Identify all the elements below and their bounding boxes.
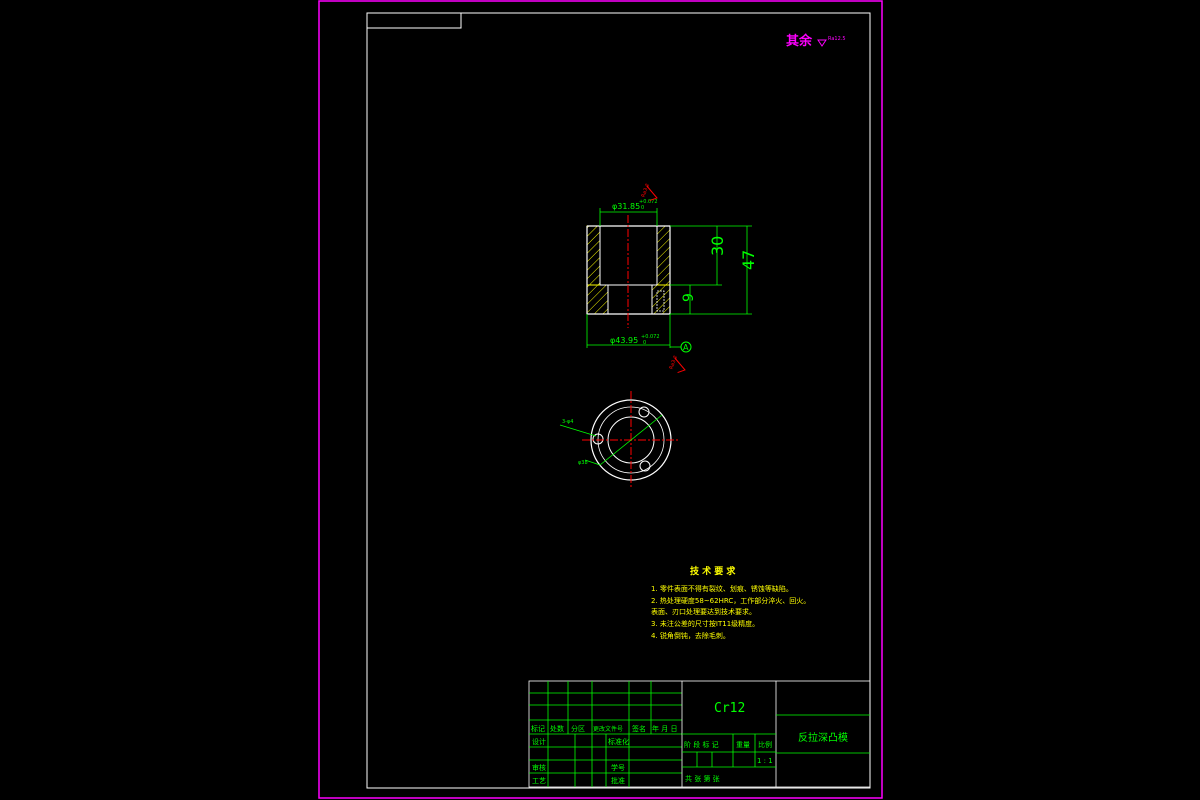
tech-requirement-item: 2. 热处理硬度58~62HRC，工作部分淬火、回火。 [651,596,810,605]
tech-requirement-item: 表面、刃口处理要达到技术要求。 [651,607,756,616]
section-wall-right [656,225,671,286]
tb-student-no: 学号 [611,763,625,772]
tb-row-header-item: 处数 [550,724,564,733]
section-flange-right [651,284,671,315]
section-view [586,215,671,328]
tb-material: Cr12 [714,701,745,716]
drawing-border [366,12,871,789]
tb-approve: 批准 [611,776,625,785]
tb-designer: 设计 [532,737,546,746]
tech-requirements: 技 术 要 求 1. 零件表面不得有裂纹、划痕、锈蚀等缺陷。 2. 热处理硬度5… [651,565,810,640]
section-wall-left [586,225,601,286]
dim-inner-diameter: φ31.85 [612,202,640,211]
tb-scale-value: 1 : 1 [757,757,773,765]
tb-row-header-item: 标记 [531,724,545,733]
dim-height-lower: 9 [681,293,697,302]
datum-a: A [670,341,692,353]
tb-stage-label: 阶 段 标 记 [684,740,719,749]
tech-requirement-item: 3. 未注公差的尺寸按IT11级精度。 [651,619,759,628]
roughness-symbol-icon [817,39,827,47]
roughness-note-value: Ra12.5 [828,36,846,42]
dim-outer-diameter: φ43.95 [610,336,638,345]
tb-scale-label: 比例 [758,740,772,749]
roughness-mark-bottom: Ra3.2 [669,355,686,374]
dim-height-upper: 30 [708,236,727,256]
top-view [559,391,680,489]
section-flange-left [586,284,609,315]
roughness-note-text: 其余 [786,33,813,49]
tb-row-header-item: 年 月 日 [652,724,677,733]
sheet-outer-frame [318,0,883,799]
tb-weight-label: 重量 [736,741,750,749]
tb-process: 工艺 [532,777,546,785]
datum-label: A [683,343,689,352]
title-block-text: Cr12 反拉深凸模 标记 处数 分区 更改文件号 签名 年 月 日 设计 标准… [531,701,848,785]
cad-drawing-sheet: 其余 Ra12.5 φ31.85 +0.072 0 φ43.95 +0.072 … [318,0,883,799]
tech-requirement-item: 4. 锐角倒钝，去除毛刺。 [651,631,730,640]
tb-row-header-item: 更改文件号 [593,725,623,733]
roughness-mark-bottom-value: Ra3.2 [669,355,680,371]
roughness-note: 其余 Ra12.5 [786,33,846,49]
tb-standardize: 标准化 [608,737,629,746]
dim-height-total: 47 [739,250,758,270]
top-view-leader [559,424,597,437]
tb-sheets: 共 张 第 张 [685,774,720,783]
tech-requirement-item: 1. 零件表面不得有裂纹、划痕、锈蚀等缺陷。 [651,584,793,593]
roughness-mark-top-value: Ra3.2 [641,183,652,199]
dim-inner-diameter-tol-low: 0 [641,205,644,211]
tb-row-header-item: 分区 [571,724,585,733]
hole-callout: 3-φ4 [562,419,573,425]
drawing-number-box [366,12,462,29]
top-view-pin-hole [638,406,650,418]
tb-reviewer: 审核 [532,763,546,772]
tech-requirements-title: 技 术 要 求 [690,565,736,577]
tb-part-name: 反拉深凸模 [798,731,848,744]
dim-outer-diameter-tol-low: 0 [643,340,646,346]
pcd-callout: φ38 [578,460,588,466]
tb-row-header-item: 签名 [632,724,646,733]
